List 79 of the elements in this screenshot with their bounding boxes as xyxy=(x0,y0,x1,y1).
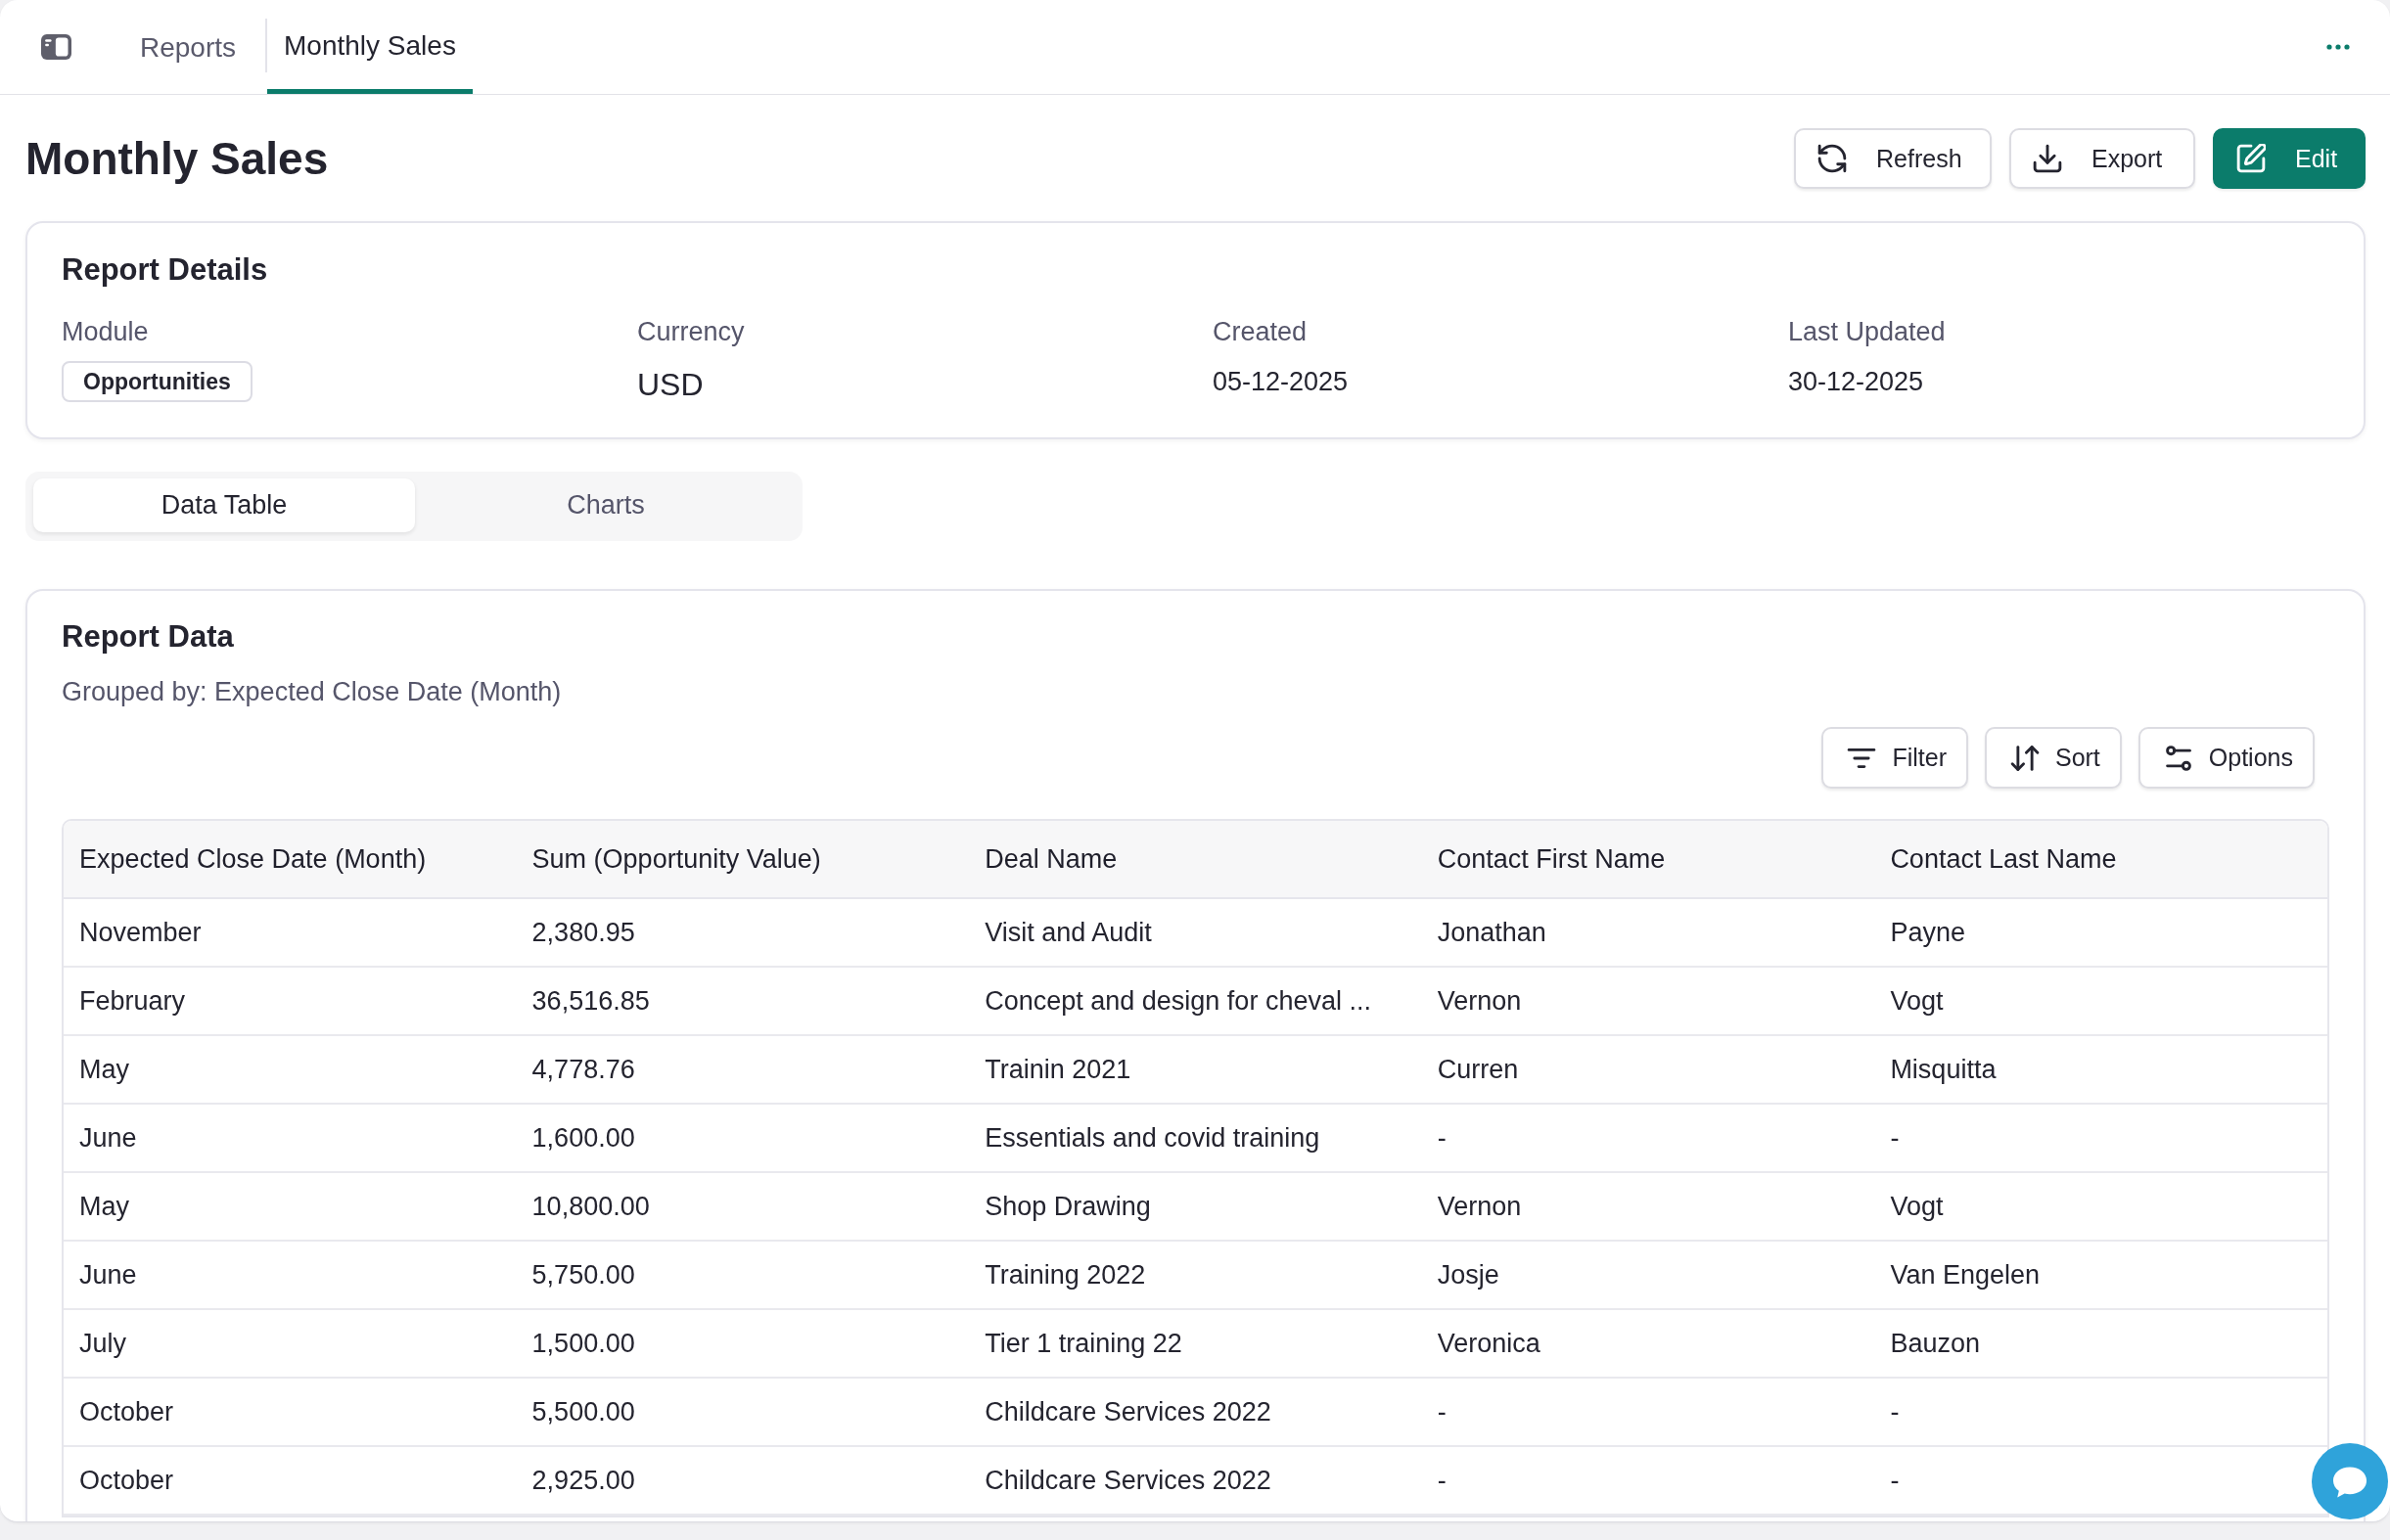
action-button[interactable]: Refresh xyxy=(1794,128,1992,189)
table-cell: Trainin 2021 xyxy=(969,1035,1422,1104)
table-cell: Veronica xyxy=(1421,1309,1875,1378)
table-cell: November xyxy=(64,898,517,967)
sliders-icon xyxy=(2163,743,2193,773)
view-tab[interactable]: Data Table xyxy=(33,478,415,532)
toolbar-button[interactable]: Options xyxy=(2137,727,2315,789)
table-cell: Van Engelen xyxy=(1874,1241,2327,1309)
table-cell: June xyxy=(64,1104,517,1172)
table-cell: Childcare Services 2022 xyxy=(969,1446,1422,1515)
table-cell: 1,600.00 xyxy=(516,1104,970,1172)
table-cell: 1,500.00 xyxy=(516,1309,970,1378)
grouping-text: Grouped by: Expected Close Date (Month) xyxy=(62,676,563,708)
column-header: Contact Last Name xyxy=(1874,821,2327,898)
table-cell: February xyxy=(64,967,517,1035)
table-cell: Payne xyxy=(1874,898,2327,967)
column-header: Sum (Opportunity Value) xyxy=(516,821,970,898)
table-cell: 36,516.85 xyxy=(516,967,970,1035)
column-header: Deal Name xyxy=(969,821,1422,898)
column-header: Expected Close Date (Month) xyxy=(64,821,517,898)
table-cell: - xyxy=(1421,1446,1875,1515)
card-title: Report Data xyxy=(62,619,235,655)
table-cell: Vernon xyxy=(1421,1172,1875,1241)
table-cell: May xyxy=(64,1172,517,1241)
breadcrumb-tab[interactable]: Monthly Sales xyxy=(267,0,473,94)
breadcrumb-tab[interactable]: Reports xyxy=(140,0,237,94)
table-cell: - xyxy=(1421,1378,1875,1446)
field-label: Created xyxy=(1213,316,1308,348)
sort-icon xyxy=(2009,743,2040,773)
field-value: 30-12-2025 xyxy=(1788,366,1924,397)
table-cell: 5,500.00 xyxy=(516,1378,970,1446)
table-cell: July xyxy=(64,1309,517,1378)
table-cell: May xyxy=(64,1035,517,1104)
table-cell: - xyxy=(1421,1104,1875,1172)
table-cell: Childcare Services 2022 xyxy=(969,1378,1422,1446)
table-cell: Bauzon xyxy=(1874,1309,2327,1378)
table-cell: Vogt xyxy=(1874,967,2327,1035)
module-tag: Opportunities xyxy=(62,361,253,402)
download-icon xyxy=(2033,144,2062,173)
field-value: 05-12-2025 xyxy=(1213,366,1349,397)
table-cell: Vogt xyxy=(1874,1172,2327,1241)
pencil-square-icon xyxy=(2236,144,2266,173)
view-tab[interactable]: Charts xyxy=(415,478,797,532)
toolbar-button[interactable]: Filter xyxy=(1821,727,1968,789)
table-cell: Concept and design for cheval ... xyxy=(969,967,1422,1035)
refresh-icon xyxy=(1817,144,1847,173)
table-cell: Training 2022 xyxy=(969,1241,1422,1309)
table-cell: 10,800.00 xyxy=(516,1172,970,1241)
chat-icon[interactable] xyxy=(2312,1443,2388,1519)
table-cell: Jonathan xyxy=(1421,898,1875,967)
table-cell: October xyxy=(64,1446,517,1515)
table-cell: 4,778.76 xyxy=(516,1035,970,1104)
column-header: Contact First Name xyxy=(1421,821,1875,898)
field-label: Currency xyxy=(637,316,745,348)
table-cell: - xyxy=(1874,1104,2327,1172)
table-cell: Curren xyxy=(1421,1035,1875,1104)
table-cell: June xyxy=(64,1241,517,1309)
table-cell: 5,750.00 xyxy=(516,1241,970,1309)
field-value: USD xyxy=(637,366,704,403)
toolbar-button[interactable]: Sort xyxy=(1984,727,2122,789)
sidebar-toggle-icon[interactable] xyxy=(41,34,71,60)
table-cell: - xyxy=(1874,1378,2327,1446)
field-label: Last Updated xyxy=(1788,316,1946,348)
table-cell: Josje xyxy=(1421,1241,1875,1309)
action-button[interactable]: Export xyxy=(2009,128,2195,189)
table-cell: Visit and Audit xyxy=(969,898,1422,967)
table-cell: Misquitta xyxy=(1874,1035,2327,1104)
table-cell: Shop Drawing xyxy=(969,1172,1422,1241)
action-button[interactable]: Edit xyxy=(2213,128,2366,189)
table-cell: 2,380.95 xyxy=(516,898,970,967)
field-label: Module xyxy=(62,316,149,348)
table-cell: 2,925.00 xyxy=(516,1446,970,1515)
more-icon[interactable] xyxy=(2326,44,2350,50)
card-title: Report Details xyxy=(62,252,269,288)
table-cell: October xyxy=(64,1378,517,1446)
table-cell: Tier 1 training 22 xyxy=(969,1309,1422,1378)
table-cell: Essentials and covid training xyxy=(969,1104,1422,1172)
table-cell: Vernon xyxy=(1421,967,1875,1035)
page-title: Monthly Sales xyxy=(25,132,329,185)
